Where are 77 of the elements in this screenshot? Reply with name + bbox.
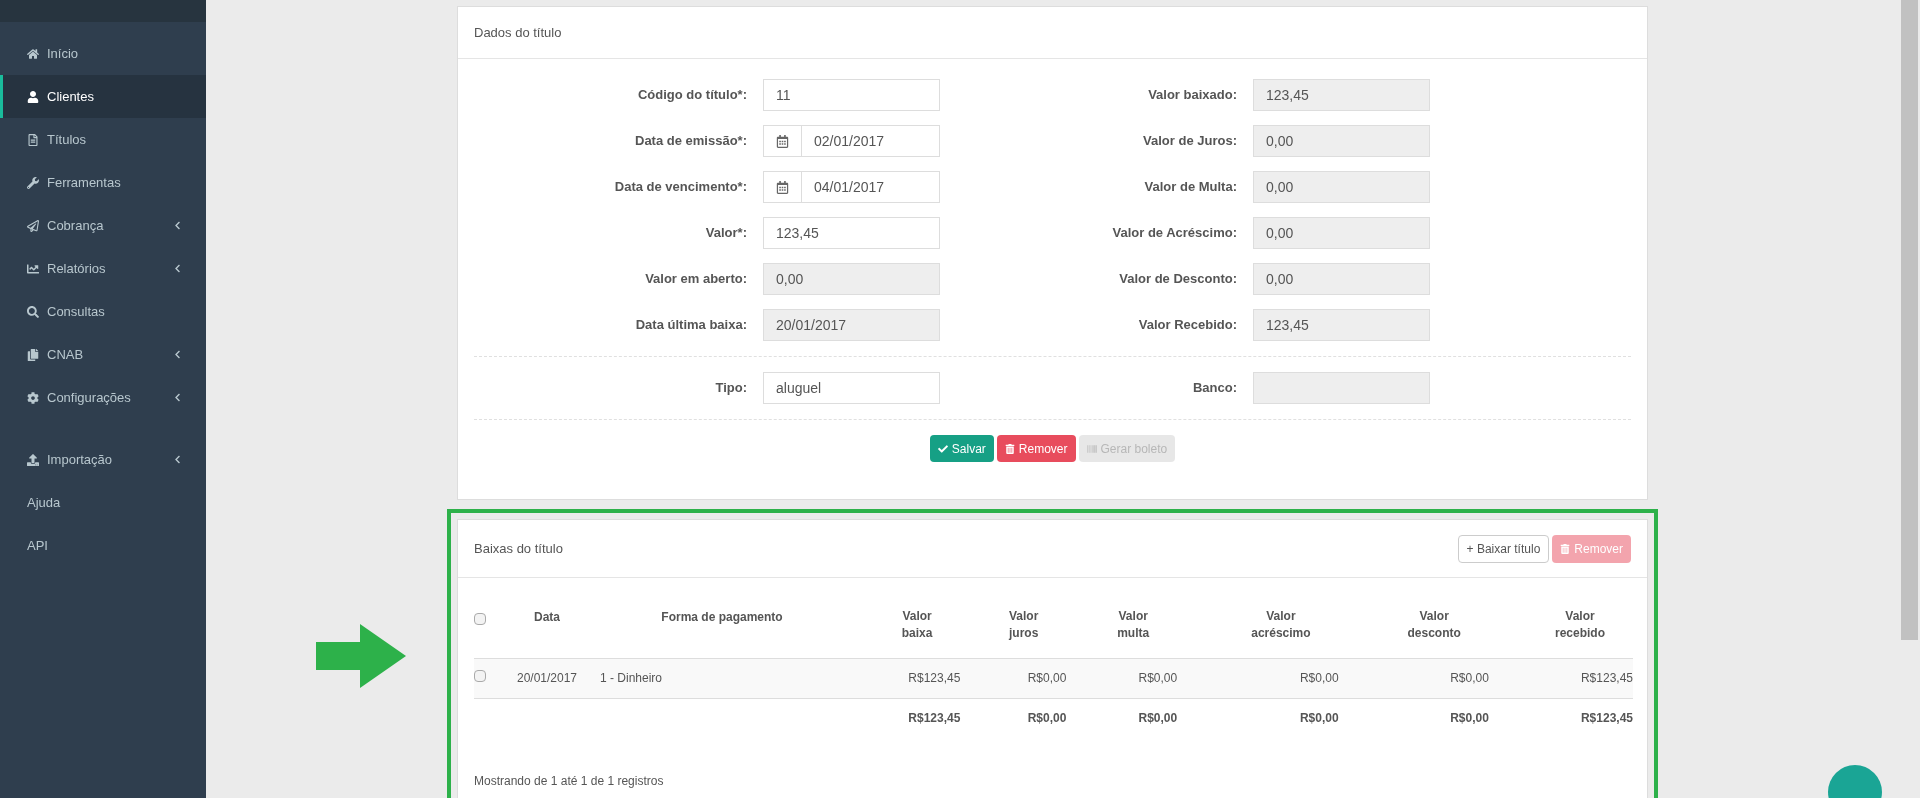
field-label: Valor de Desconto: xyxy=(1118,270,1238,289)
field-label: Valor*: xyxy=(704,224,748,243)
calendar-icon xyxy=(776,134,789,148)
sidebar-item[interactable]: Início xyxy=(0,32,206,75)
paper-plane-icon xyxy=(27,219,39,232)
column-header: Valor juros xyxy=(1009,608,1039,642)
field-label: Código do título*: xyxy=(636,86,748,105)
sidebar-item[interactable]: Ajuda xyxy=(0,481,206,524)
input-field[interactable]: 11 xyxy=(763,79,940,111)
panel-title: Dados do título xyxy=(474,23,562,42)
table-cell: R$123,45 xyxy=(1580,671,1633,685)
total-cell: R$0,00 xyxy=(1450,711,1489,726)
table-cell: R$0,00 xyxy=(1138,671,1178,685)
sidebar-item[interactable]: Configurações xyxy=(0,376,206,419)
field-label: Valor de Juros: xyxy=(1142,132,1238,151)
sidebar-item[interactable]: Ferramentas xyxy=(0,161,206,204)
remove-button[interactable]: Remover xyxy=(996,435,1076,462)
table-cell: 20/01/2017 xyxy=(516,671,578,685)
column-header: Valor acréscimo xyxy=(1251,608,1311,642)
copy-icon xyxy=(27,348,39,361)
field-label: Valor de Multa: xyxy=(1143,178,1238,197)
column-header: Valor multa xyxy=(1117,608,1150,642)
column-header: Valor desconto xyxy=(1407,608,1461,642)
table-cell: R$0,00 xyxy=(1450,671,1489,685)
field-label: Data de vencimento*: xyxy=(613,178,748,197)
sidebar-item[interactable]: Relatórios xyxy=(0,247,206,290)
column-header: Valor recebido xyxy=(1555,608,1605,642)
field-label: Tipo: xyxy=(714,379,748,398)
panel-title: Baixas do título xyxy=(474,539,563,558)
field-label: Banco: xyxy=(1191,379,1238,398)
checkbox[interactable] xyxy=(474,613,486,625)
check-icon xyxy=(937,443,948,454)
arrow-icon xyxy=(316,624,406,688)
field-label: Data última baixa: xyxy=(634,316,748,335)
document-icon xyxy=(27,133,39,146)
total-cell: R$0,00 xyxy=(1027,711,1067,726)
upload-icon xyxy=(27,453,39,466)
settings-icon xyxy=(27,391,39,404)
column-header: Data xyxy=(534,609,560,626)
table-cell: R$0,00 xyxy=(1299,671,1339,685)
input-field[interactable]: aluguel xyxy=(763,372,940,404)
wrench-icon xyxy=(27,176,39,189)
column-header: Valor baixa xyxy=(901,608,933,642)
field-label: Valor Recebido: xyxy=(1137,316,1238,335)
table-cell: R$123,45 xyxy=(908,671,961,685)
field-label: Valor em aberto: xyxy=(644,270,748,289)
date-field[interactable]: 04/01/2017 xyxy=(763,171,940,203)
sidebar-item[interactable]: API xyxy=(0,524,206,567)
sidebar-item[interactable]: CNAB xyxy=(0,333,206,376)
trash-icon xyxy=(1004,443,1015,454)
trash-icon xyxy=(1560,543,1571,554)
total-cell: R$123,45 xyxy=(1580,711,1633,726)
total-cell: R$0,00 xyxy=(1138,711,1178,726)
field-label: Data de emissão*: xyxy=(634,132,748,151)
sidebar-item[interactable]: Títulos xyxy=(0,118,206,161)
date-field[interactable]: 02/01/2017 xyxy=(763,125,940,157)
home-icon xyxy=(27,47,39,60)
total-cell: R$123,45 xyxy=(908,711,961,726)
field-label: Valor baixado: xyxy=(1147,86,1238,105)
column-header: Forma de pagamento xyxy=(661,609,783,626)
table-cell: R$0,00 xyxy=(1027,671,1067,685)
add-payment-button[interactable]: + Baixar título xyxy=(1457,534,1550,563)
calendar-icon xyxy=(776,180,789,194)
sidebar-item[interactable]: Importação xyxy=(0,438,206,481)
search-icon xyxy=(27,305,39,318)
user-icon xyxy=(27,90,39,103)
sidebar-item[interactable]: Clientes xyxy=(0,75,206,118)
checkbox[interactable] xyxy=(474,670,486,682)
sidebar-item[interactable]: Cobrança xyxy=(0,204,206,247)
sidebar-item[interactable]: Consultas xyxy=(0,290,206,333)
table-row[interactable]: 20/01/2017 1 - Dinheiro R$123,45 R$0,00 R$0,00 R$0,00 R$0,00 R$123,45 xyxy=(474,658,1633,698)
field-label: Valor de Acréscimo: xyxy=(1111,224,1238,243)
total-cell: R$0,00 xyxy=(1299,711,1339,726)
input-field[interactable]: 123,45 xyxy=(763,217,940,249)
line-chart-icon xyxy=(27,262,39,275)
records-info: Mostrando de 1 até 1 de 1 registros xyxy=(474,774,664,788)
table-cell: 1 - Dinheiro xyxy=(600,671,663,685)
